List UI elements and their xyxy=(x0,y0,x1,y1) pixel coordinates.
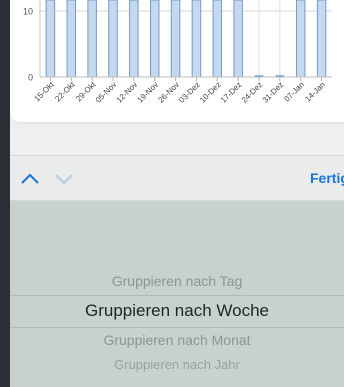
x-tick-label: 24-Dez xyxy=(240,80,265,105)
grouping-picker[interactable]: Gruppieren nach Tag Gruppieren nach Woch… xyxy=(10,201,344,387)
done-button[interactable]: Fertig xyxy=(310,170,344,186)
x-tick-label: 05-Nov xyxy=(94,80,119,105)
chart-section: 010203015-Okt22-Okt29-Okt05-Nov12-Nov19-… xyxy=(10,0,344,155)
bar-03-Dez xyxy=(191,0,202,78)
x-tick-label: 07-Jan xyxy=(282,80,306,104)
left-edge-strip xyxy=(0,0,10,387)
y-tick-label: 0 xyxy=(28,73,33,83)
weekly-bar-chart: 010203015-Okt22-Okt29-Okt05-Nov12-Nov19-… xyxy=(23,0,332,105)
x-tick-label: 10-Dez xyxy=(198,80,223,105)
x-tick-label: 12-Nov xyxy=(115,80,140,105)
chevron-down-icon[interactable] xyxy=(54,169,74,189)
x-tick-label: 19-Nov xyxy=(136,80,161,105)
bar-05-Nov xyxy=(108,0,118,78)
x-tick-label: 22-Okt xyxy=(53,80,77,104)
picker-option-year[interactable]: Gruppieren nach Jahr xyxy=(10,357,344,372)
picker-option-day[interactable]: Gruppieren nach Tag xyxy=(10,273,344,289)
x-tick-label: 03-Dez xyxy=(177,80,202,105)
selection-line-bottom xyxy=(10,327,344,328)
x-tick-label: 14-Jan xyxy=(303,80,327,104)
x-tick-label: 26-Nov xyxy=(156,80,181,105)
bar-19-Nov xyxy=(149,0,160,78)
x-tick-label: 31-Dez xyxy=(261,80,286,105)
bar-26-Nov xyxy=(170,0,181,78)
picker-option-week-selected[interactable]: Gruppieren nach Woche xyxy=(10,301,344,321)
y-tick-label: 10 xyxy=(23,7,33,17)
bar-14-Jan xyxy=(316,0,327,78)
bar-07-Jan xyxy=(295,0,306,78)
x-tick-label: 17-Dez xyxy=(219,80,244,105)
x-tick-label: 15-Okt xyxy=(32,80,56,104)
bar-29-Okt xyxy=(87,0,97,78)
chart-card: 010203015-Okt22-Okt29-Okt05-Nov12-Nov19-… xyxy=(10,0,344,122)
bar-22-Okt xyxy=(66,0,77,78)
picker-toolbar: Fertig xyxy=(10,155,344,201)
bar-12-Nov xyxy=(129,0,139,78)
picker-option-month[interactable]: Gruppieren nach Monat xyxy=(10,332,344,348)
selection-line-top xyxy=(10,295,344,296)
bar-10-Dez xyxy=(212,0,223,78)
bar-17-Dez xyxy=(233,0,243,78)
chevron-up-icon[interactable] xyxy=(20,169,40,189)
bar-15-Okt xyxy=(45,0,56,78)
